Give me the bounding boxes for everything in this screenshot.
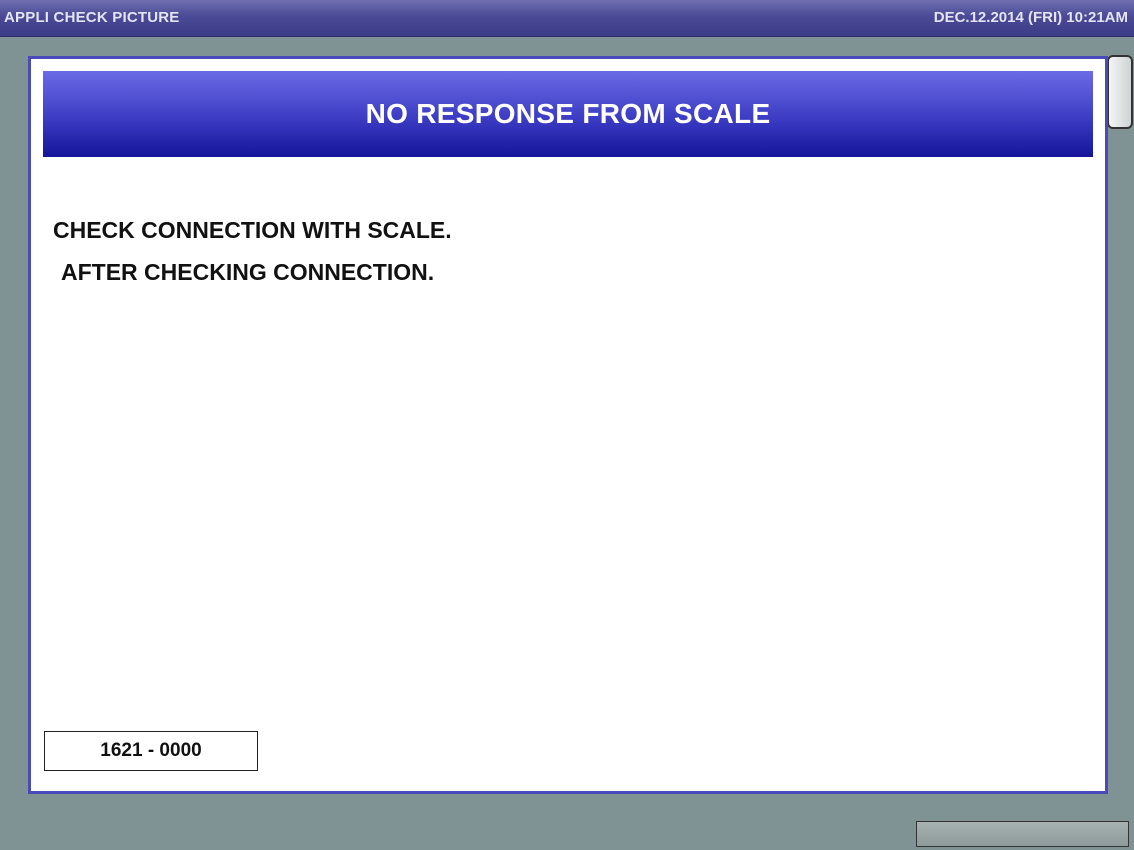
dialog-header: NO RESPONSE FROM SCALE: [43, 71, 1093, 157]
error-dialog: NO RESPONSE FROM SCALE CHECK CONNECTION …: [28, 56, 1108, 794]
app-title: APPLI CHECK PICTURE: [4, 9, 180, 26]
status-bar-box: [916, 821, 1129, 847]
error-code: 1621 - 0000: [44, 731, 258, 771]
dialog-title: NO RESPONSE FROM SCALE: [365, 98, 771, 129]
message-line-1: CHECK CONNECTION WITH SCALE.: [53, 217, 452, 243]
scroll-tab-handle[interactable]: [1107, 55, 1133, 129]
datetime-display: DEC.12.2014 (FRI) 10:21AM: [933, 9, 1128, 26]
message-line-2: AFTER CHECKING CONNECTION.: [61, 259, 435, 285]
title-bar: APPLI CHECK PICTURE DEC.12.2014 (FRI) 10…: [0, 0, 1134, 37]
